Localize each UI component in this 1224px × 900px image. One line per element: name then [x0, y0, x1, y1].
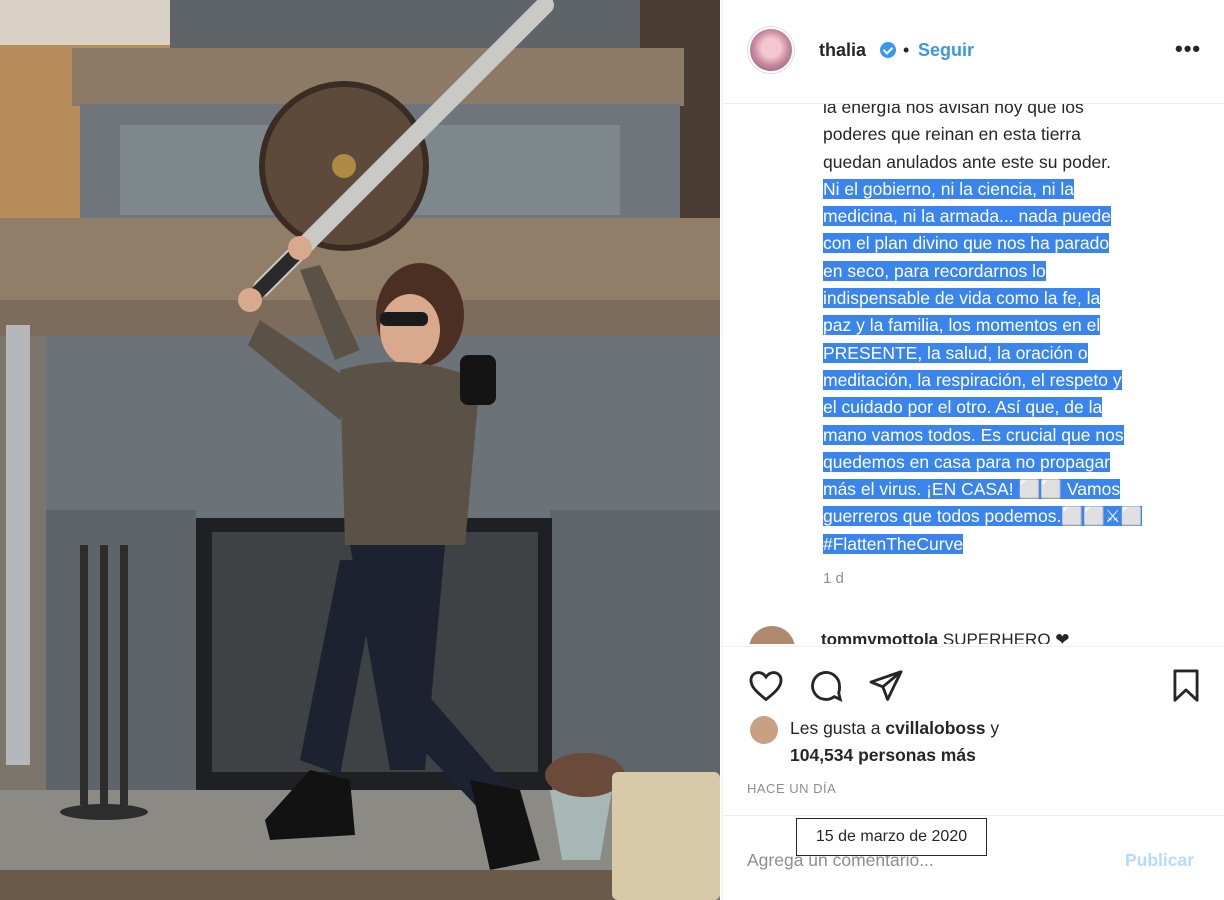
caption-line-selected: con el plan divino que nos ha parado	[823, 233, 1110, 254]
caption-line: quedan anulados ante este su poder.	[823, 151, 1112, 172]
post-photo[interactable]	[0, 0, 720, 900]
caption-line-selected: paz y la familia, los momentos en el	[823, 315, 1101, 336]
more-options-icon[interactable]: •••	[1175, 36, 1201, 62]
header-separator: •	[903, 40, 910, 60]
liker-avatar[interactable]	[750, 716, 778, 744]
bookmark-icon[interactable]	[1167, 667, 1205, 705]
commenter-avatar[interactable]	[749, 626, 795, 644]
caption-timestamp: 1 d	[823, 570, 844, 587]
caption-line-selected: PRESENTE, la salud, la oración o	[823, 342, 1088, 363]
caption-line-selected: guerreros que todos podemos.⬜⬜⚔⬜	[823, 506, 1143, 527]
username-link[interactable]: thalia	[819, 40, 866, 61]
caption-line-selected: quedemos en casa para no propagar	[823, 451, 1111, 472]
caption-line-selected: Ni el gobierno, ni la ciencia, ni la	[823, 178, 1074, 199]
likes-connector: y	[990, 718, 1000, 738]
caption-line: la energía nos avisan hoy que los	[823, 104, 1084, 117]
profile-avatar[interactable]	[748, 27, 794, 73]
comment-item: tommymottola SUPERHERO ❤	[749, 626, 1209, 644]
caption-line-selected: mano vamos todos. Es crucial que nos	[823, 424, 1124, 445]
post-sidebar: thalia • Seguir ••• la energía nos avisa…	[722, 0, 1224, 900]
likes-prefix: Les gusta a	[790, 718, 881, 738]
caption-line-selected: meditación, la respiración, el respeto y	[823, 369, 1122, 390]
caption-area: la energía nos avisan hoy que los podere…	[723, 104, 1224, 644]
action-bar	[723, 646, 1224, 720]
caption-line-selected: medicina, ni la armada... nada puede	[823, 206, 1111, 227]
post-header: thalia • Seguir •••	[723, 0, 1224, 104]
caption-line-selected: el cuidado por el otro. Así que, de la	[823, 397, 1103, 418]
post-time[interactable]: HACE UN DÍA	[747, 781, 836, 796]
heart-icon[interactable]	[747, 667, 785, 705]
comment-icon[interactable]	[807, 667, 845, 705]
caption-line-selected: más el virus. ¡EN CASA! ⬜⬜ Vamos	[823, 479, 1121, 500]
likes-summary: Les gusta a cvillaloboss y	[790, 718, 999, 739]
comment-body: SUPERHERO ❤	[942, 630, 1070, 644]
photo-illustration	[0, 0, 720, 900]
publish-button[interactable]: Publicar	[1125, 850, 1194, 871]
follow-button[interactable]: Seguir	[918, 40, 974, 61]
caption-line: poderes que reinan en esta tierra	[823, 124, 1081, 145]
verified-badge-icon	[880, 42, 896, 58]
caption-text: la energía nos avisan hoy que los podere…	[823, 104, 1193, 558]
commenter-username[interactable]: tommymottola	[821, 630, 938, 644]
caption-line-selected: indispensable de vida como la fe, la	[823, 288, 1101, 309]
likes-count[interactable]: 104,534 personas más	[790, 745, 976, 766]
comment-text: tommymottola SUPERHERO ❤	[821, 630, 1070, 644]
date-tooltip: 15 de marzo de 2020	[796, 818, 987, 856]
share-icon[interactable]	[867, 667, 905, 705]
caption-line-selected: en seco, para recordarnos lo	[823, 260, 1046, 281]
liker-username[interactable]: cvillaloboss	[885, 718, 985, 738]
hashtag-link[interactable]: #FlattenTheCurve	[823, 533, 964, 554]
